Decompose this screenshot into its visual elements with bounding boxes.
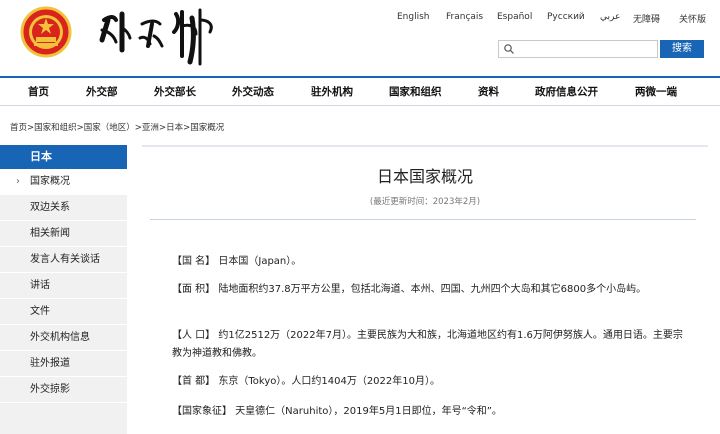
breadcrumb-home[interactable]: 首页 bbox=[10, 123, 27, 133]
content-divider bbox=[142, 145, 708, 147]
article: 日本国家概况 (最近更新时间：2023年2月) 【国 名】 日本国（Japan）… bbox=[142, 145, 708, 434]
paragraph-label: 【国 名】 bbox=[172, 256, 216, 267]
breadcrumb-countries-orgs[interactable]: 国家和组织 bbox=[34, 123, 77, 133]
national-emblem-icon[interactable] bbox=[20, 6, 72, 58]
site-header: English Français Español Русский عربي 无障… bbox=[0, 0, 720, 76]
sidebar-item-label: 相关新闻 bbox=[30, 228, 70, 239]
lang-russian-link[interactable]: Русский bbox=[547, 12, 585, 22]
sidebar: 日本 › 国家概况 双边关系 相关新闻 发言人有关谈话 讲话 文件 外交机构信息… bbox=[0, 145, 127, 434]
sidebar-title: 日本 bbox=[0, 145, 127, 169]
breadcrumb-countries[interactable]: 国家（地区） bbox=[84, 123, 135, 133]
search-input[interactable] bbox=[498, 40, 658, 58]
paragraph-text: 日本国（Japan）。 bbox=[218, 256, 302, 267]
nav-item-social[interactable]: 两微一端 bbox=[635, 78, 677, 106]
language-links: English Français Español Русский عربي 无障… bbox=[380, 12, 720, 26]
sidebar-item-documents[interactable]: 文件 bbox=[0, 299, 127, 325]
title-divider bbox=[150, 219, 696, 220]
sidebar-item-label: 讲话 bbox=[30, 280, 50, 291]
paragraph-text: 天皇德仁（Naruhito），2019年5月1日即位，年号“令和”。 bbox=[235, 406, 502, 417]
accessibility-link[interactable]: 无障碍 bbox=[633, 12, 660, 25]
sidebar-item-label: 发言人有关谈话 bbox=[30, 254, 100, 265]
sidebar-item-label: 驻外报道 bbox=[30, 358, 70, 369]
sidebar-item-label: 外交掠影 bbox=[30, 384, 70, 395]
sidebar-item-bilateral[interactable]: 双边关系 bbox=[0, 195, 127, 221]
sidebar-item-overview[interactable]: › 国家概况 bbox=[0, 169, 127, 195]
chevron-right-icon: › bbox=[16, 176, 20, 187]
breadcrumb: 首页>国家和组织>国家（地区）>亚洲>日本>国家概况 bbox=[10, 123, 225, 133]
nav-item-activities[interactable]: 外交动态 bbox=[232, 78, 274, 106]
sidebar-item-label: 文件 bbox=[30, 306, 50, 317]
paragraph-text: 陆地面积约37.8万平方公里，包括北海道、本州、四国、九州四个大岛和其它6800… bbox=[218, 284, 647, 295]
sidebar-item-photos[interactable]: 外交掠影 bbox=[0, 377, 127, 403]
lang-arabic-link[interactable]: عربي bbox=[600, 12, 620, 22]
update-date: (最近更新时间：2023年2月) bbox=[369, 197, 481, 207]
nav-item-countries[interactable]: 国家和组织 bbox=[389, 78, 442, 106]
lang-french-link[interactable]: Français bbox=[446, 12, 483, 22]
breadcrumb-japan[interactable]: 日本 bbox=[166, 123, 183, 133]
lang-spanish-link[interactable]: Español bbox=[497, 12, 532, 22]
paragraph-area: 【面 积】 陆地面积约37.8万平方公里，包括北海道、本州、四国、九州四个大岛和… bbox=[172, 281, 692, 299]
sidebar-item-label: 双边关系 bbox=[30, 202, 70, 213]
paragraph-label: 【人 口】 bbox=[172, 330, 216, 341]
nav-item-missions[interactable]: 驻外机构 bbox=[311, 78, 353, 106]
care-mode-link[interactable]: 关怀版 bbox=[679, 12, 706, 25]
sidebar-item-news[interactable]: 相关新闻 bbox=[0, 221, 127, 247]
sidebar-item-label: 外交机构信息 bbox=[30, 332, 90, 343]
nav-item-resources[interactable]: 资料 bbox=[478, 78, 499, 106]
search-icon bbox=[504, 44, 514, 54]
nav-item-home[interactable]: 首页 bbox=[28, 78, 49, 106]
nav-item-gov-info[interactable]: 政府信息公开 bbox=[535, 78, 598, 106]
sidebar-item-reports[interactable]: 驻外报道 bbox=[0, 351, 127, 377]
search-button[interactable]: 搜索 bbox=[660, 40, 704, 58]
sidebar-item-speeches[interactable]: 讲话 bbox=[0, 273, 127, 299]
breadcrumb-asia[interactable]: 亚洲 bbox=[142, 123, 159, 133]
nav-item-minister[interactable]: 外交部长 bbox=[154, 78, 196, 106]
sidebar-item-missions-info[interactable]: 外交机构信息 bbox=[0, 325, 127, 351]
paragraph-label: 【面 积】 bbox=[172, 284, 216, 295]
sidebar-item-spokesperson[interactable]: 发言人有关谈话 bbox=[0, 247, 127, 273]
paragraph-label: 【首 都】 bbox=[172, 376, 216, 387]
main-nav: 首页 外交部 外交部长 外交动态 驻外机构 国家和组织 资料 政府信息公开 两微… bbox=[0, 76, 720, 106]
breadcrumb-current: 国家概况 bbox=[190, 123, 225, 133]
paragraph-population: 【人 口】 约1亿2512万（2022年7月）。主要民族为大和族，北海道地区约有… bbox=[172, 327, 692, 363]
nav-item-ministry[interactable]: 外交部 bbox=[86, 78, 118, 106]
paragraph-text: 约1亿2512万（2022年7月）。主要民族为大和族，北海道地区约有1.6万阿伊… bbox=[172, 330, 683, 359]
paragraph-symbol: 【国家象征】 天皇德仁（Naruhito），2019年5月1日即位，年号“令和”… bbox=[172, 403, 692, 421]
lang-english-link[interactable]: English bbox=[397, 12, 430, 22]
paragraph-label: 【国家象征】 bbox=[172, 406, 232, 417]
page-title: 日本国家概况 bbox=[376, 167, 473, 186]
paragraph-capital: 【首 都】 东京（Tokyo）。人口约1404万（2022年10月）。 bbox=[172, 373, 692, 391]
paragraph-name: 【国 名】 日本国（Japan）。 bbox=[172, 253, 692, 271]
sidebar-item-label: 国家概况 bbox=[30, 176, 70, 187]
ministry-calligraphy-logo[interactable] bbox=[96, 6, 226, 68]
paragraph-text: 东京（Tokyo）。人口约1404万（2022年10月）。 bbox=[218, 376, 440, 387]
